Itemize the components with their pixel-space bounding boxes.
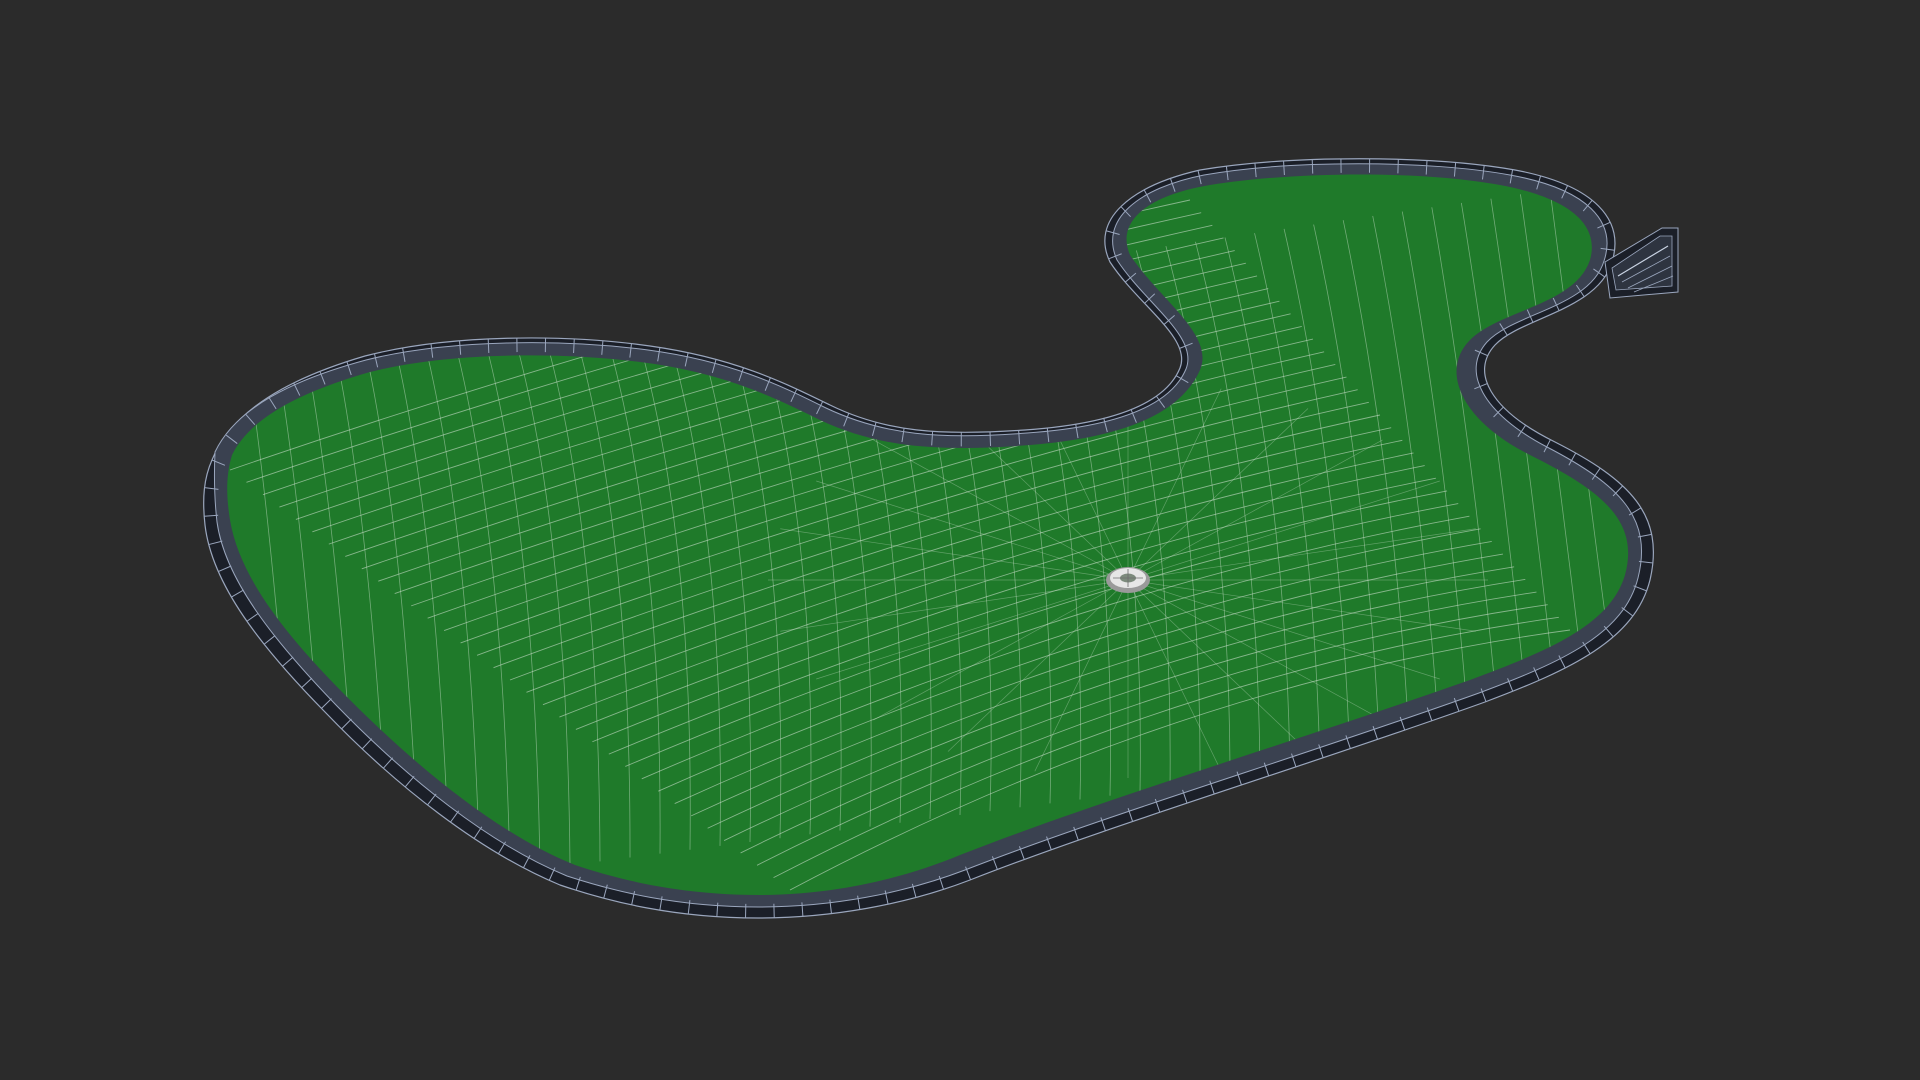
rail-segment-line <box>573 339 575 354</box>
render-viewport <box>0 0 1920 1080</box>
tee-ramp <box>1604 227 1679 299</box>
rail-segment-line <box>1311 159 1314 174</box>
rail-segment-line <box>487 338 490 353</box>
golf-cup-icon <box>1106 567 1150 593</box>
wireframe-scene <box>203 158 1679 919</box>
rail-segment-line <box>989 431 992 446</box>
